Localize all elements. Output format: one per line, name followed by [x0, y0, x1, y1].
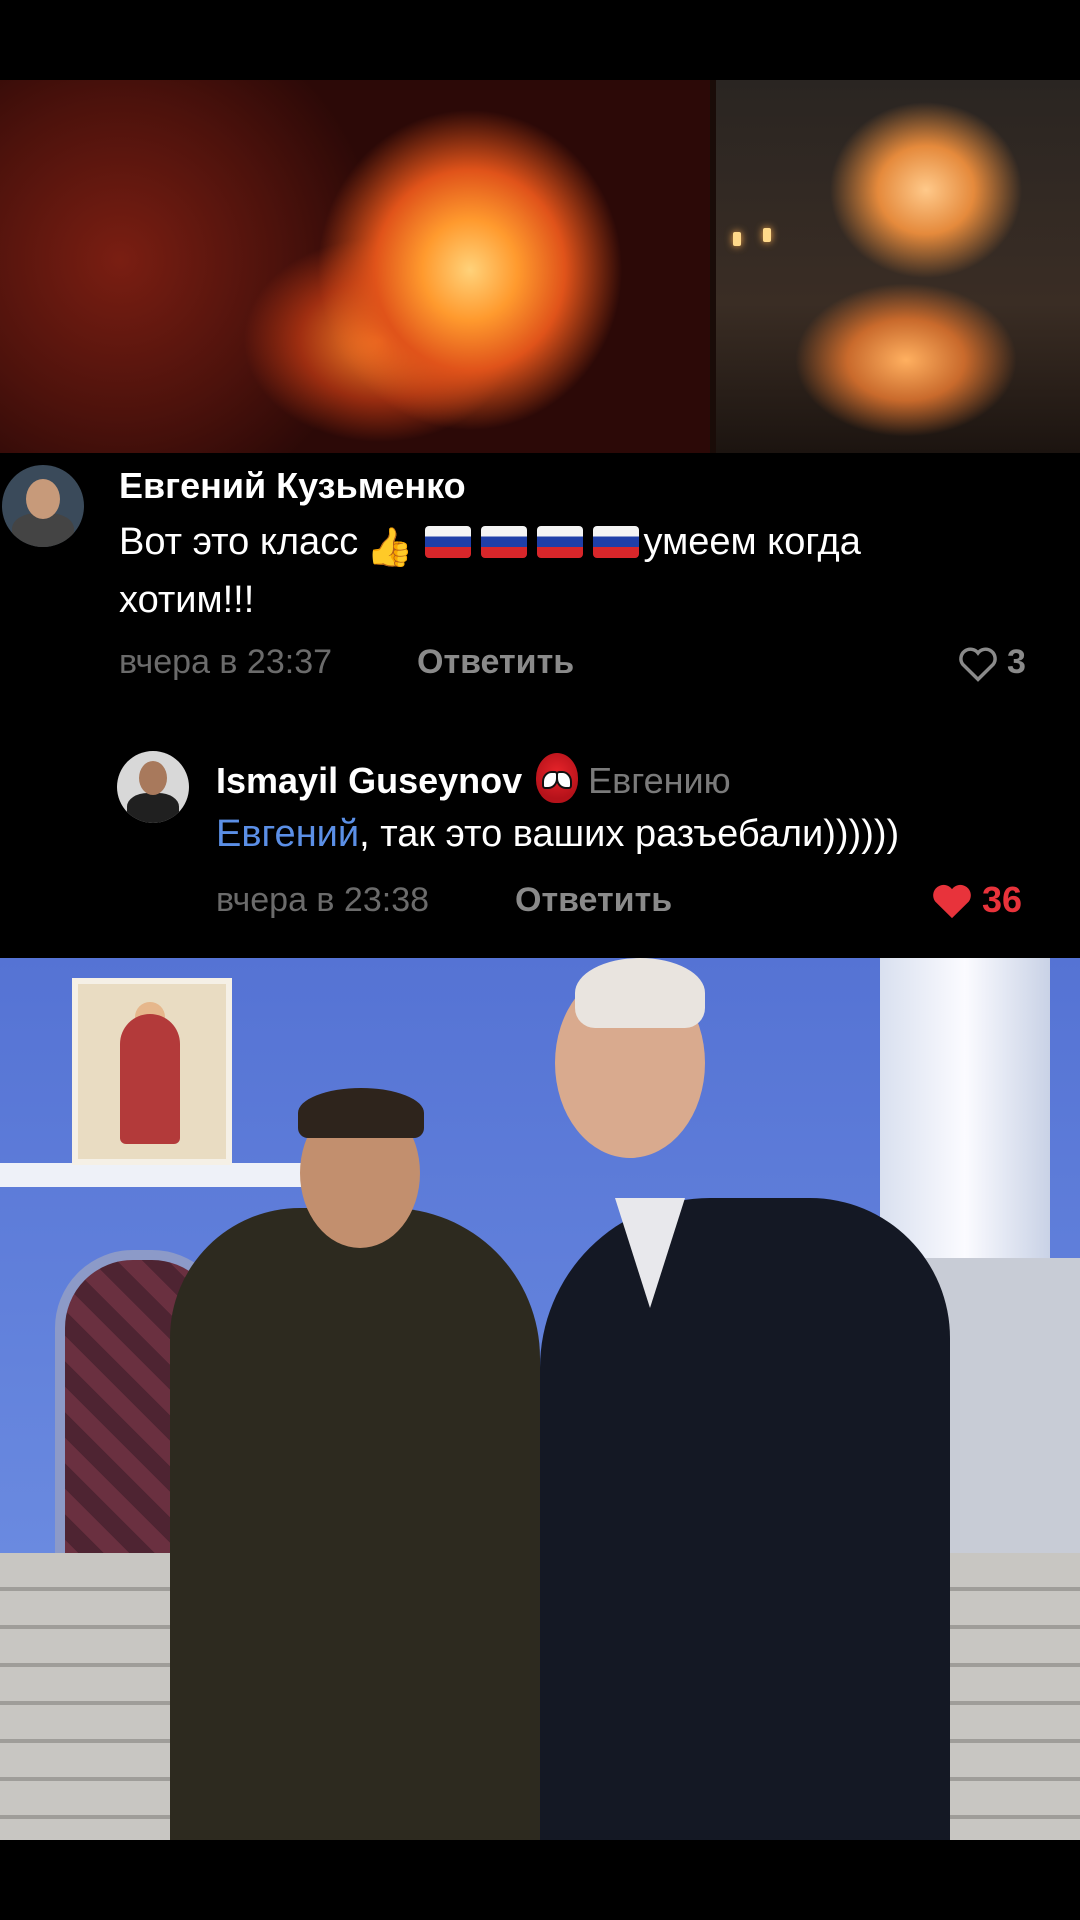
avatar[interactable]	[117, 751, 189, 823]
fire-photo-right	[716, 80, 1080, 453]
heart-filled-icon	[933, 884, 971, 919]
comment-text-line2: хотим!!!	[119, 579, 255, 621]
avatar[interactable]	[2, 465, 84, 547]
like-count: 36	[982, 879, 1023, 920]
person-right	[540, 1198, 950, 1840]
comments-thread: Евгений Кузьменко Вот это класс 👍 умеем ко…	[0, 453, 1080, 958]
russia-flag-icon	[424, 526, 471, 558]
comment-timestamp: вчера в 23:37	[119, 643, 333, 681]
reply-button[interactable]: Ответить	[515, 881, 672, 920]
fire-photo	[0, 80, 1080, 453]
reply-to-user[interactable]: Евгению	[588, 760, 731, 801]
spiderman-mask-icon	[536, 753, 579, 803]
like-button[interactable]: 36	[930, 879, 1022, 921]
person-left	[170, 1208, 540, 1840]
street-photo	[0, 958, 1080, 1840]
comment-text: Вот это класс 👍 умеем когда	[119, 521, 861, 569]
church-icon-painting	[72, 978, 232, 1165]
comment-timestamp: вчера в 23:38	[216, 881, 430, 919]
like-button[interactable]: 3	[957, 643, 1026, 682]
russia-flag-icon	[592, 526, 639, 558]
comment-author-name[interactable]: Ismayil Guseynov	[216, 760, 522, 801]
russia-flag-icon	[536, 526, 583, 558]
reply-button[interactable]: Ответить	[417, 643, 574, 682]
heart-outline-icon	[959, 647, 997, 682]
comment-author[interactable]: Евгений Кузьменко	[119, 465, 466, 507]
russia-flag-icon	[480, 526, 527, 558]
comment-author: Ismayil Guseynov Евгению	[216, 753, 731, 803]
fire-photo-left	[0, 80, 710, 453]
comment-text: Евгений, так это ваших разъебали))))))	[216, 813, 900, 855]
mention-link[interactable]: Евгений	[216, 813, 359, 855]
thumbs-up-icon: 👍	[366, 527, 414, 569]
like-count: 3	[1007, 643, 1026, 681]
